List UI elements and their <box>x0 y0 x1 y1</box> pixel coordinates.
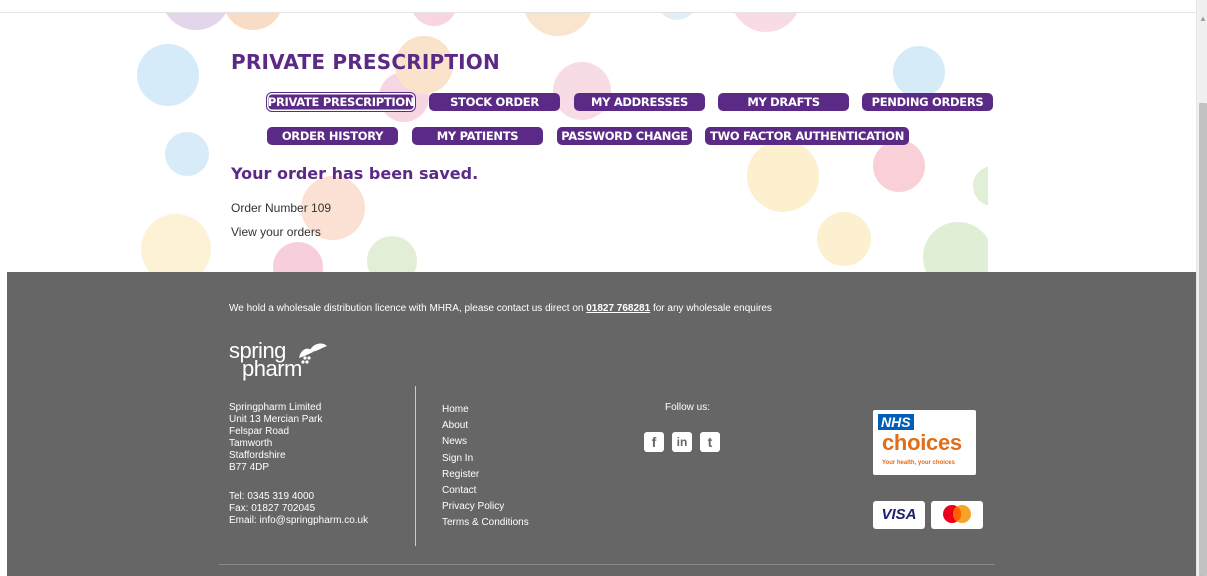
address-line: Unit 13 Mercian Park <box>229 414 323 425</box>
company-contact: Tel: 0345 319 4000 Fax: 01827 702045 Ema… <box>229 491 368 527</box>
nav-private-prescription[interactable]: PRIVATE PRESCRIPTION <box>267 93 415 111</box>
nav-order-history[interactable]: ORDER HISTORY <box>267 127 398 145</box>
contact-tel: Tel: 0345 319 4000 <box>229 491 315 502</box>
top-bar <box>0 0 1196 13</box>
licence-notice: We hold a wholesale distribution licence… <box>229 303 772 314</box>
footer-link-contact[interactable]: Contact <box>442 483 529 499</box>
footer-link-register[interactable]: Register <box>442 467 529 483</box>
footer-bottom-divider <box>219 564 995 565</box>
twitter-icon[interactable]: t <box>700 432 720 452</box>
address-line: Felspar Road <box>229 426 290 437</box>
footer-link-terms[interactable]: Terms & Conditions <box>442 515 529 531</box>
nav-two-factor-authentication[interactable]: TWO FACTOR AUTHENTICATION <box>705 127 909 145</box>
footer-link-home[interactable]: Home <box>442 402 529 418</box>
order-number: Order Number 109 <box>231 201 332 215</box>
contact-email: Email: info@springpharm.co.uk <box>229 515 369 526</box>
linkedin-icon[interactable]: in <box>672 432 692 452</box>
nav-my-patients[interactable]: MY PATIENTS <box>412 127 543 145</box>
logo-text-line2: pharm <box>242 356 302 381</box>
order-saved-message: Your order has been saved. <box>231 164 479 183</box>
footer-link-privacy-policy[interactable]: Privacy Policy <box>442 499 529 515</box>
address-line: Tamworth <box>229 438 273 449</box>
nav-stock-order[interactable]: STOCK ORDER <box>429 93 560 111</box>
footer-link-about[interactable]: About <box>442 418 529 434</box>
nav-my-drafts[interactable]: MY DRAFTS <box>718 93 849 111</box>
address-line: Staffordshire <box>229 450 286 461</box>
company-address: Springpharm Limited Unit 13 Mercian Park… <box>229 402 322 474</box>
address-line: B77 4DP <box>229 462 270 473</box>
nhs-tagline: Your health, your choices <box>882 460 955 466</box>
nav-pending-orders[interactable]: PENDING ORDERS <box>862 93 993 111</box>
nav-password-change[interactable]: PASSWORD CHANGE <box>557 127 692 145</box>
logo-leaf-icon <box>299 343 327 364</box>
nhs-choices-logo[interactable]: NHS choices Your health, your choices <box>873 410 976 475</box>
nhs-tag: NHS <box>878 414 914 430</box>
licence-phone-link[interactable]: 01827 768281 <box>586 303 650 314</box>
facebook-icon[interactable]: f <box>644 432 664 452</box>
page: PRIVATE PRESCRIPTION PRIVATE PRESCRIPTIO… <box>0 0 1207 576</box>
address-line: Springpharm Limited <box>229 402 322 413</box>
contact-fax: Fax: 01827 702045 <box>229 503 316 514</box>
footer-divider <box>415 386 416 546</box>
mastercard-overlap <box>953 507 961 521</box>
footer-link-news[interactable]: News <box>442 434 529 450</box>
licence-prefix: We hold a wholesale distribution licence… <box>229 303 587 314</box>
footer-links: Home About News Sign In Register Contact… <box>442 402 529 532</box>
follow-us-label: Follow us: <box>665 402 711 413</box>
view-orders-link[interactable]: View your orders <box>231 225 321 239</box>
licence-suffix: for any wholesale enquires <box>650 303 772 314</box>
nhs-choices-text: choices <box>882 430 962 455</box>
springpharm-logo[interactable]: spring pharm <box>229 338 339 384</box>
scroll-up-icon[interactable]: ▲ <box>1199 14 1207 23</box>
mastercard-logo <box>931 501 983 529</box>
nav-my-addresses[interactable]: MY ADDRESSES <box>574 93 705 111</box>
footer-link-sign-in[interactable]: Sign In <box>442 451 529 467</box>
vertical-scrollbar[interactable]: ▲ <box>1196 0 1207 576</box>
main-content: PRIVATE PRESCRIPTION PRIVATE PRESCRIPTIO… <box>0 0 1196 272</box>
page-title: PRIVATE PRESCRIPTION <box>231 50 500 74</box>
footer: We hold a wholesale distribution licence… <box>7 272 1196 576</box>
social-links: f in t <box>644 432 720 452</box>
visa-logo: VISA <box>873 501 925 529</box>
scrollbar-thumb[interactable] <box>1199 103 1207 576</box>
